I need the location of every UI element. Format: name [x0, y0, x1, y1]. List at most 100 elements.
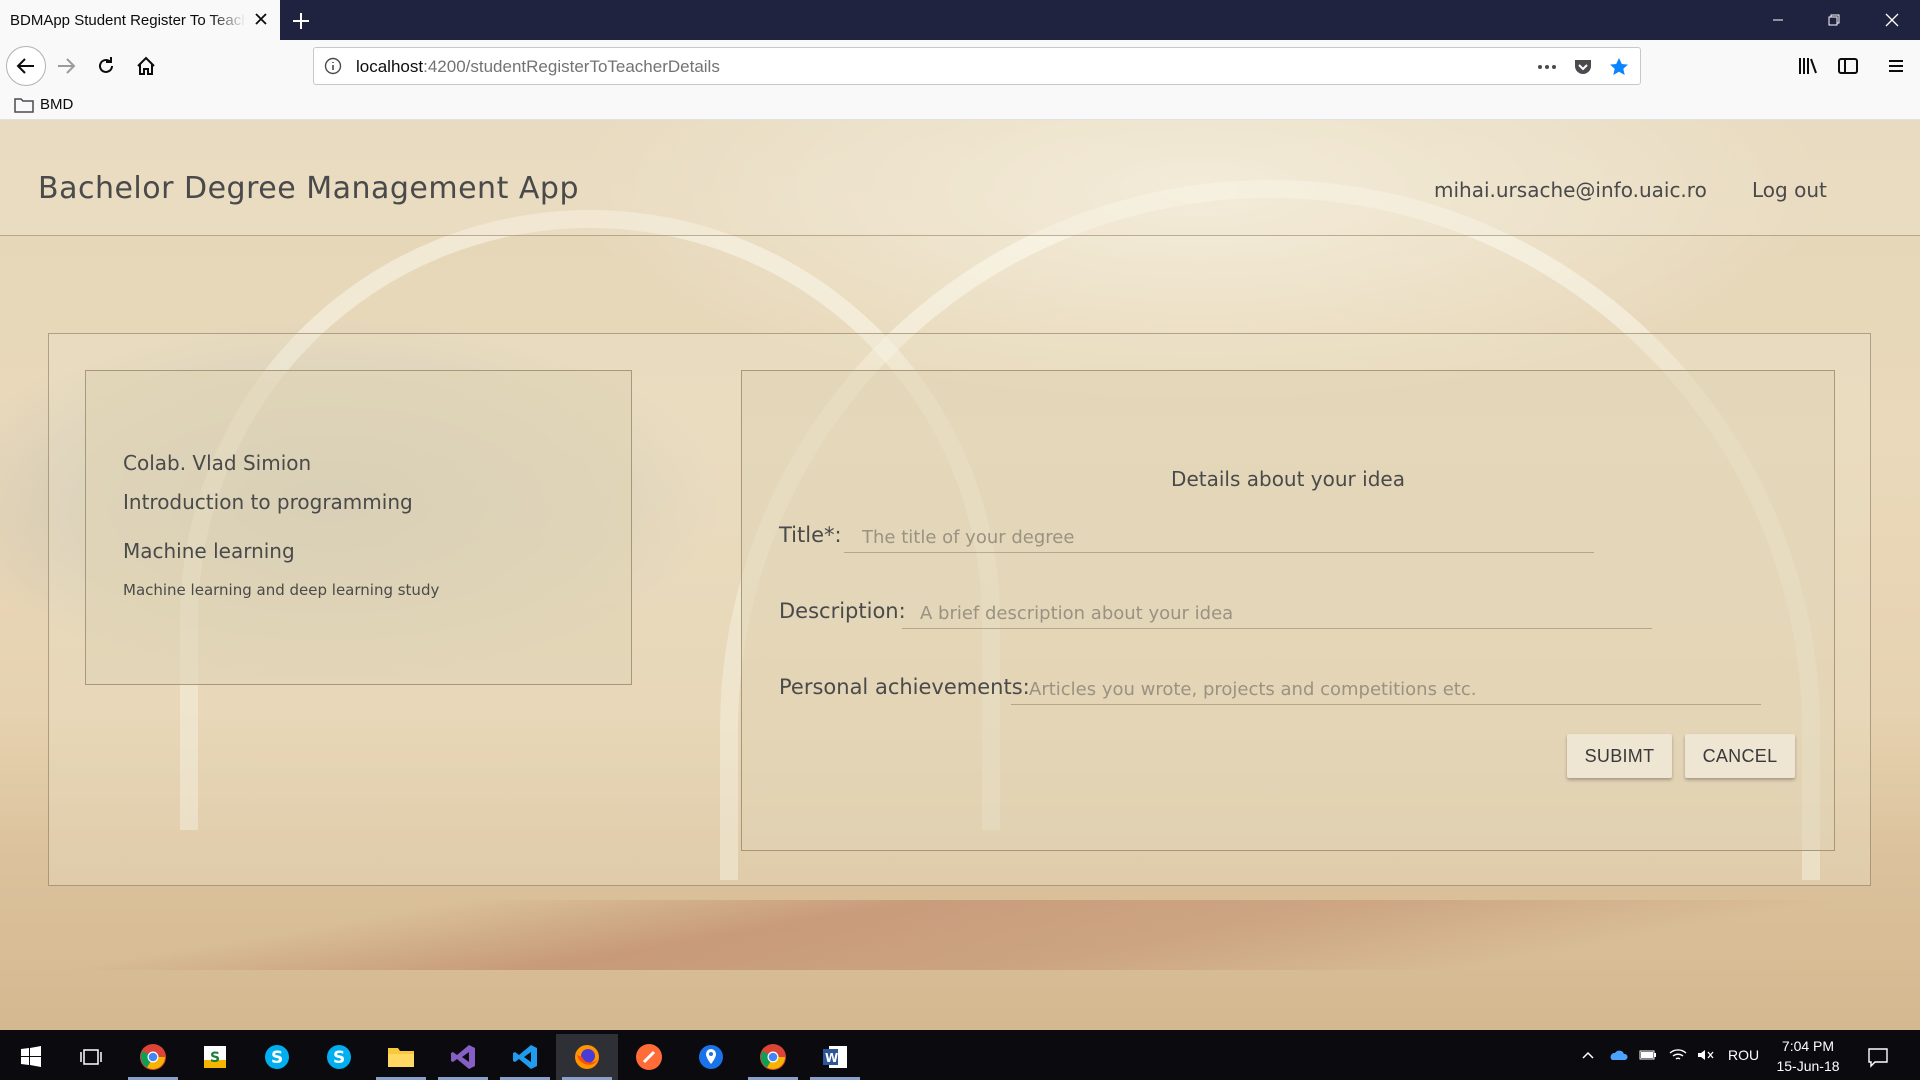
back-button[interactable]	[6, 46, 46, 86]
library-button[interactable]	[1790, 48, 1826, 84]
browser-toolbar: localhost:4200/studentRegisterToTeacherD…	[0, 40, 1920, 92]
bookmarks-toolbar: BMD	[0, 92, 1920, 120]
chrome-icon	[140, 1044, 166, 1070]
browser-tab-bar: BDMApp Student Register To Teacher Detai…	[0, 0, 1920, 40]
title-label: Title*:	[779, 523, 842, 547]
onedrive-icon[interactable]	[1608, 1047, 1628, 1063]
taskbar-chrome-2[interactable]	[742, 1034, 804, 1080]
notifications-icon	[1868, 1048, 1888, 1068]
browser-tab[interactable]: BDMApp Student Register To Teacher Detai…	[0, 0, 280, 40]
start-button[interactable]	[0, 1034, 62, 1080]
sidebar-button[interactable]	[1830, 48, 1866, 84]
page-actions-icon[interactable]	[1536, 56, 1558, 78]
bookmark-folder[interactable]: BMD	[14, 96, 73, 113]
taskbar-skype[interactable]: S	[308, 1034, 370, 1080]
svg-text:S: S	[333, 1048, 345, 1068]
clock-date: 15-Jun-18	[1776, 1058, 1840, 1074]
app-header: Bachelor Degree Management App mihai.urs…	[0, 120, 1920, 236]
description-label: Description:	[779, 599, 906, 623]
address-bar-actions	[1536, 56, 1630, 78]
teacher-name: Colab. Vlad Simion	[123, 451, 312, 475]
action-center-button[interactable]	[1850, 1034, 1906, 1080]
word-icon: W	[823, 1046, 847, 1068]
close-window-icon[interactable]	[1864, 0, 1920, 40]
taskbar-skype-blue[interactable]: S	[246, 1034, 308, 1080]
tab-title: BDMApp Student Register To Teacher Detai…	[10, 11, 246, 29]
sublime-icon	[636, 1044, 662, 1070]
course-name: Introduction to programming	[123, 490, 413, 514]
input-language[interactable]: ROU	[1728, 1047, 1759, 1063]
taskbar-visual-studio[interactable]	[432, 1034, 494, 1080]
achievements-input[interactable]	[1011, 675, 1761, 705]
topic-description: Machine learning and deep learning study	[123, 581, 440, 599]
pocket-icon[interactable]	[1572, 56, 1594, 78]
visual-studio-icon	[451, 1045, 475, 1069]
library-icon	[1799, 58, 1817, 74]
title-input[interactable]	[844, 523, 1594, 553]
idea-form: Details about your idea Title*: Descript…	[741, 370, 1835, 851]
taskbar-sublime[interactable]	[618, 1034, 680, 1080]
show-hidden-icons-icon[interactable]	[1580, 1047, 1596, 1063]
back-arrow-icon	[16, 58, 34, 74]
cancel-button[interactable]: CANCEL	[1685, 734, 1795, 778]
achievements-label: Personal achievements:	[779, 675, 1030, 699]
form-heading: Details about your idea	[1171, 467, 1405, 491]
forward-arrow-icon	[58, 58, 76, 74]
firefox-icon	[575, 1045, 599, 1069]
clock-time: 7:04 PM	[1781, 1038, 1835, 1054]
svg-text:S: S	[210, 1050, 220, 1066]
svg-text:S: S	[271, 1048, 283, 1068]
taskbar-word[interactable]: W	[804, 1034, 866, 1080]
taskbar-vscode[interactable]	[494, 1034, 556, 1080]
windows-taskbar: S S S W ROU 7:04 PM 15-Jun-18	[0, 1030, 1920, 1080]
url-text[interactable]: localhost:4200/studentRegisterToTeacherD…	[356, 57, 720, 77]
page-content: Bachelor Degree Management App mihai.urs…	[0, 120, 1920, 1030]
reload-button[interactable]	[88, 48, 124, 84]
folder-icon	[14, 97, 34, 113]
system-tray: ROU	[1580, 1030, 1759, 1080]
volume-muted-icon[interactable]	[1696, 1047, 1716, 1063]
submit-button[interactable]: SUBIMT	[1567, 734, 1672, 778]
topic-title: Machine learning	[123, 539, 295, 563]
stack-app-icon: S	[204, 1046, 226, 1068]
folder-icon	[388, 1048, 414, 1067]
vscode-icon	[513, 1045, 537, 1069]
skype-icon: S	[265, 1045, 289, 1069]
battery-icon[interactable]	[1638, 1047, 1658, 1063]
minimize-window-icon[interactable]	[1750, 0, 1806, 40]
skype-icon: S	[327, 1045, 351, 1069]
taskbar-firefox[interactable]	[556, 1034, 618, 1080]
home-icon	[137, 56, 155, 75]
logout-link[interactable]: Log out	[1752, 178, 1827, 202]
map-pin-icon	[699, 1045, 723, 1069]
windows-logo-icon	[21, 1046, 41, 1067]
task-view-button[interactable]	[60, 1034, 122, 1080]
teacher-topic-card: Colab. Vlad Simion Introduction to progr…	[85, 370, 632, 685]
menu-button[interactable]	[1878, 48, 1914, 84]
bookmark-folder-label: BMD	[40, 96, 74, 113]
user-email[interactable]: mihai.ursache@info.uaic.ro	[1434, 178, 1707, 202]
site-info-icon[interactable]	[324, 57, 342, 75]
wifi-icon[interactable]	[1668, 1047, 1688, 1063]
reload-icon	[99, 57, 113, 73]
chrome-icon	[760, 1044, 786, 1070]
sidebar-icon	[1838, 58, 1858, 74]
taskbar-chrome[interactable]	[122, 1034, 184, 1080]
description-input[interactable]	[902, 599, 1652, 629]
taskbar-maps[interactable]	[680, 1034, 742, 1080]
svg-text:W: W	[825, 1051, 838, 1065]
bookmark-star-icon[interactable]	[1608, 56, 1630, 78]
new-tab-icon[interactable]	[288, 8, 314, 34]
background-floor	[0, 900, 1920, 970]
address-bar[interactable]: localhost:4200/studentRegisterToTeacherD…	[313, 47, 1641, 85]
home-button[interactable]	[128, 48, 164, 84]
hamburger-menu-icon	[1889, 60, 1903, 72]
taskbar-stack[interactable]: S	[184, 1034, 246, 1080]
system-clock[interactable]: 7:04 PM 15-Jun-18	[1768, 1036, 1848, 1076]
forward-button[interactable]	[48, 48, 84, 84]
close-tab-icon[interactable]	[252, 10, 270, 28]
task-view-icon	[80, 1049, 102, 1065]
app-title[interactable]: Bachelor Degree Management App	[38, 171, 579, 206]
restore-window-icon[interactable]	[1806, 0, 1862, 40]
taskbar-file-explorer[interactable]	[370, 1034, 432, 1080]
